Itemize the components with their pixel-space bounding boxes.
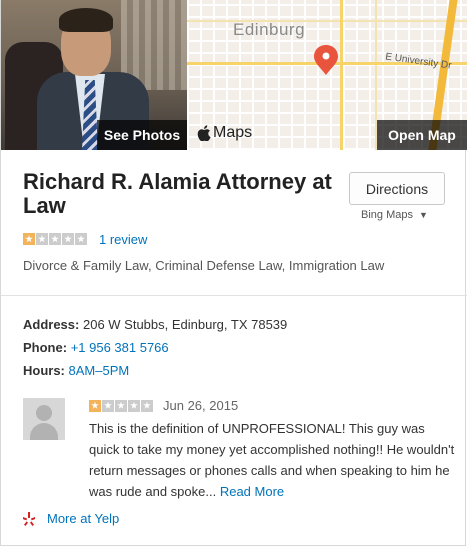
caret-down-icon: ▼ <box>419 210 428 220</box>
star-icon <box>62 233 74 245</box>
map-city-label: Edinburg <box>233 20 306 39</box>
business-categories: Divorce & Family Law, Criminal Defense L… <box>23 258 385 273</box>
business-rating: 1 review <box>23 231 147 247</box>
read-more-link[interactable]: Read More <box>220 484 284 499</box>
address-label: Address: <box>23 317 80 332</box>
address-row: Address: 206 W Stubbs, Edinburg, TX 7853… <box>23 317 287 332</box>
apple-logo-icon <box>197 125 211 141</box>
phone-link[interactable]: +1 956 381 5766 <box>71 340 169 355</box>
map-provider-label: Maps <box>213 124 253 141</box>
apple-maps-logo: Maps <box>197 124 252 142</box>
address-value: 206 W Stubbs, Edinburg, TX 78539 <box>82 317 288 332</box>
open-map-button[interactable]: Open Map <box>377 120 467 150</box>
map-pin-icon <box>314 45 338 75</box>
hero-media: See Photos Edinburg E University Dr Maps… <box>1 0 467 150</box>
business-card: See Photos Edinburg E University Dr Maps… <box>0 0 467 546</box>
star-icon <box>115 399 127 412</box>
bing-maps-dropdown[interactable]: Bing Maps ▼ <box>361 209 428 221</box>
star-icon <box>102 399 114 412</box>
review-date: Jun 26, 2015 <box>163 398 239 413</box>
star-icon <box>75 233 87 245</box>
bing-maps-label: Bing Maps <box>361 209 413 221</box>
star-icon <box>49 233 61 245</box>
review-meta: Jun 26, 2015 <box>89 398 238 413</box>
more-at-yelp-link[interactable]: More at Yelp <box>23 511 119 526</box>
review-count-link[interactable]: 1 review <box>99 232 147 247</box>
star-icon <box>141 399 153 412</box>
star-icon <box>128 399 140 412</box>
star-icon <box>89 399 101 412</box>
star-rating <box>23 233 87 245</box>
reviewer-avatar[interactable] <box>23 398 65 440</box>
hours-link[interactable]: 8AM–5PM <box>69 363 130 378</box>
phone-row: Phone: +1 956 381 5766 <box>23 340 169 355</box>
business-photo[interactable]: See Photos <box>1 0 187 150</box>
directions-button[interactable]: Directions <box>349 172 445 205</box>
map-preview[interactable]: Edinburg E University Dr Maps Open Map <box>187 0 467 150</box>
hours-row: Hours: 8AM–5PM <box>23 363 129 378</box>
more-at-yelp-label: More at Yelp <box>47 511 120 526</box>
divider <box>1 295 467 296</box>
see-photos-button[interactable]: See Photos <box>97 120 187 150</box>
phone-label: Phone: <box>23 340 68 355</box>
review-star-rating <box>89 399 153 412</box>
star-icon <box>36 233 48 245</box>
business-name[interactable]: Richard R. Alamia Attorney at Law <box>23 170 333 218</box>
star-icon <box>23 233 35 245</box>
hours-label: Hours: <box>23 363 65 378</box>
review-text: This is the definition of UNPROFESSIONAL… <box>89 418 457 502</box>
yelp-burst-icon <box>23 511 35 526</box>
